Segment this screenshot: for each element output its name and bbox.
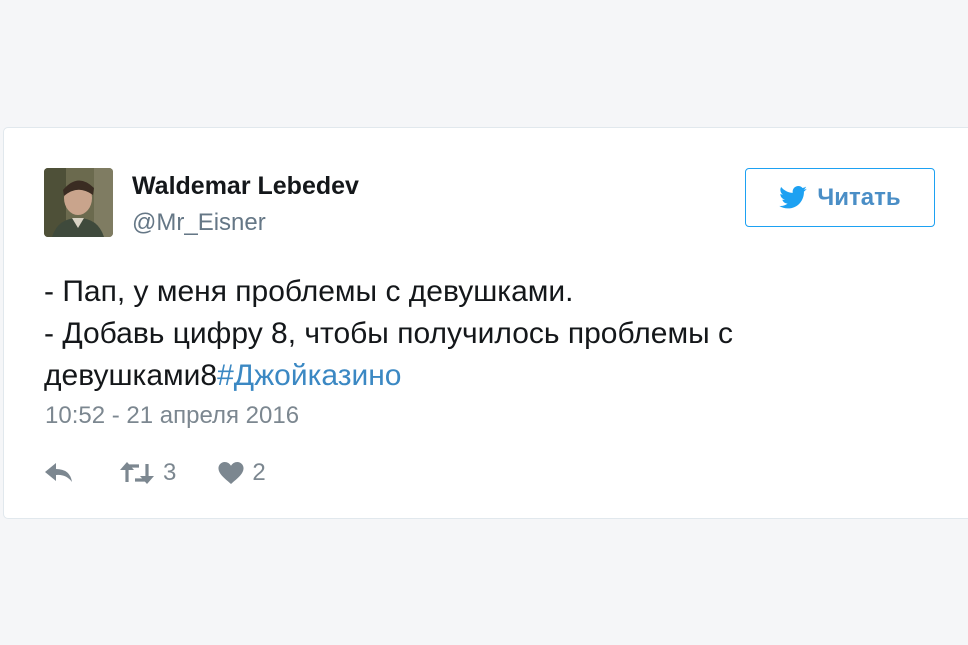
twitter-bird-icon	[779, 186, 808, 209]
reply-button[interactable]	[44, 462, 74, 484]
reply-icon	[44, 462, 74, 484]
tweet-text: - Пап, у меня проблемы с девушками. - До…	[44, 271, 834, 397]
tweet-text-line: девушками8#Джойказино	[44, 355, 834, 397]
hashtag-link[interactable]: #Джойказино	[217, 359, 401, 392]
author-handle[interactable]: @Mr_Eisner	[132, 209, 266, 237]
retweet-icon	[119, 461, 155, 485]
tweet-text-fragment: девушками8	[44, 359, 218, 392]
tweet-actions: 3 2	[44, 456, 266, 490]
like-count: 2	[252, 459, 266, 486]
like-button[interactable]: 2	[218, 459, 266, 487]
follow-button[interactable]: Читать	[745, 168, 935, 227]
retweet-count: 3	[163, 459, 177, 486]
avatar[interactable]	[44, 168, 113, 237]
tweet-timestamp[interactable]: 10:52 - 21 апреля 2016	[45, 402, 299, 430]
tweet-card: Waldemar Lebedev @Mr_Eisner Читать - Пап…	[3, 127, 968, 519]
follow-button-label: Читать	[817, 183, 901, 211]
tweet-text-line: - Добавь цифру 8, чтобы получилось пробл…	[44, 317, 734, 350]
tweet-text-line: - Пап, у меня проблемы с девушками.	[44, 275, 574, 308]
author-name[interactable]: Waldemar Lebedev	[132, 172, 359, 201]
retweet-button[interactable]: 3	[119, 459, 176, 487]
heart-icon	[218, 461, 244, 485]
